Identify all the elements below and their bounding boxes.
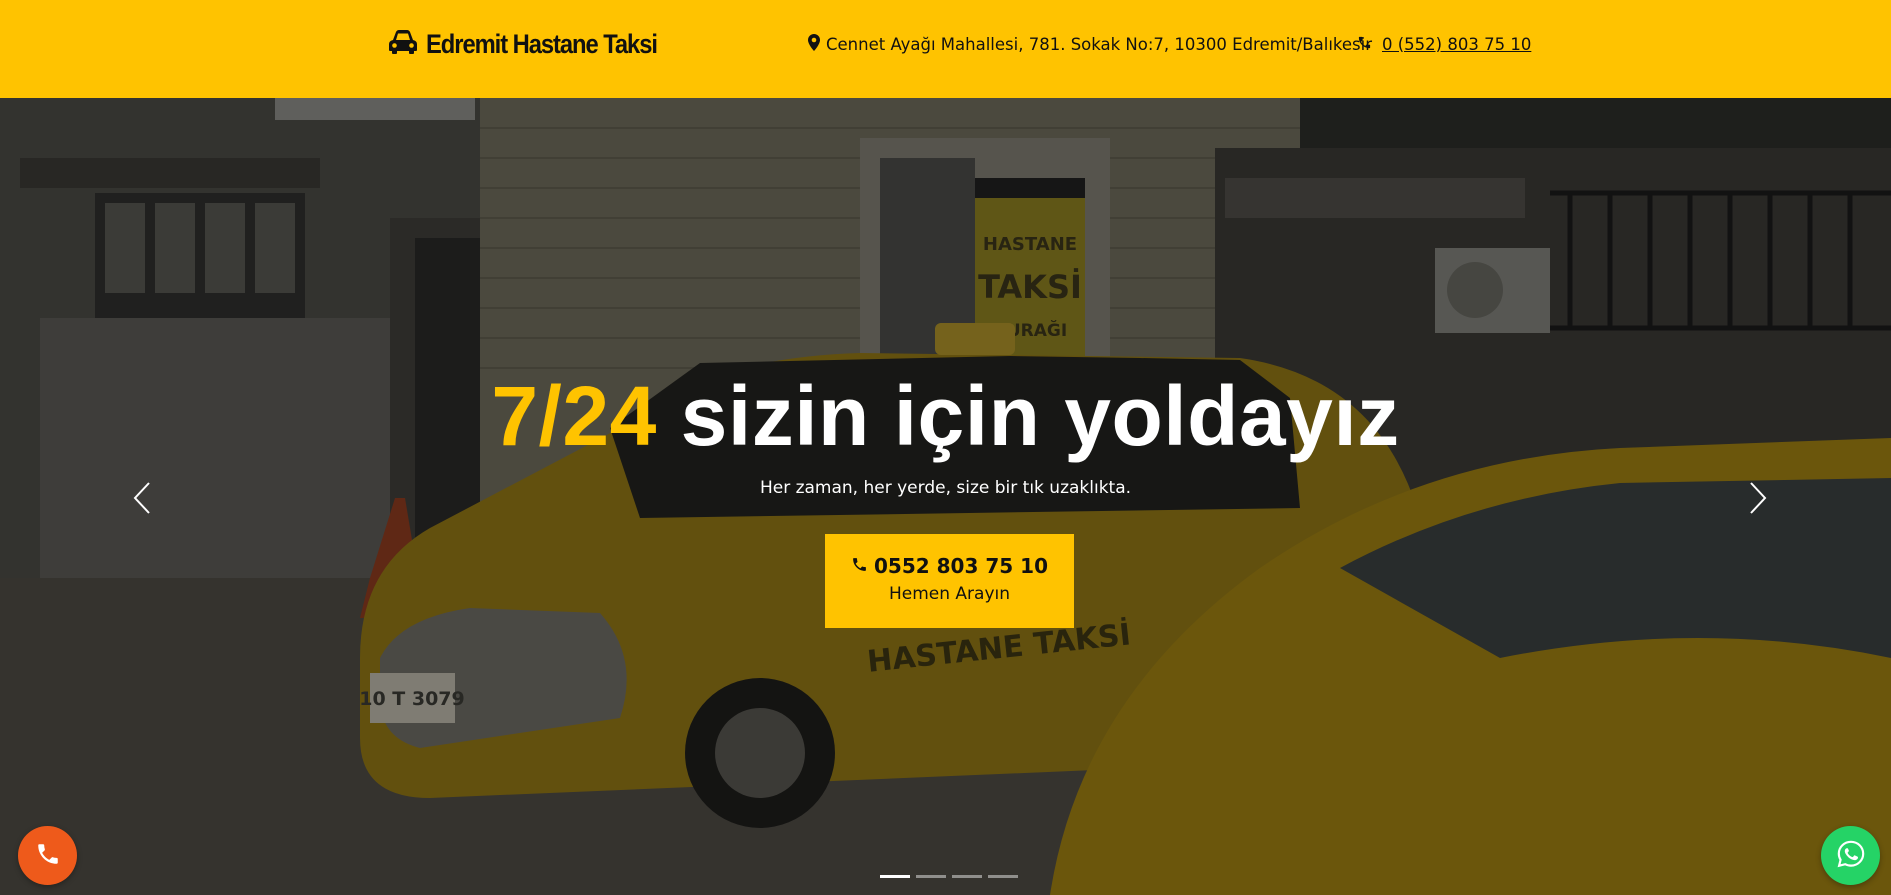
brand-link[interactable]: Edremit Hastane Taksi [388,26,688,62]
header-phone-link[interactable]: 0 (552) 803 75 10 [1382,35,1531,54]
header-phone: 0 (552) 803 75 10 [1357,32,1531,56]
floating-whatsapp-button[interactable] [1821,826,1880,885]
slide-indicator-3[interactable] [952,875,982,878]
hero-subtitle: Her zaman, her yerde, size bir tık uzakl… [759,478,1132,498]
slide-indicator-2[interactable] [916,875,946,878]
whatsapp-icon [1836,839,1866,873]
hero-slider: HASTANE TAKSİ DURAĞI 10 T 3079 HASTANE T… [0,98,1891,895]
call-now-button[interactable]: 0552 803 75 10 Hemen Arayın [825,534,1074,628]
hero-title-rest: sizin için yoldayız [656,369,1400,463]
cta-number-row: 0552 803 75 10 [825,554,1074,578]
slider-next-button[interactable] [1740,480,1776,520]
brand-name: Edremit Hastane Taksi [426,28,658,59]
chevron-left-icon [132,481,152,519]
chevron-right-icon [1748,481,1768,519]
slider-prev-button[interactable] [124,480,160,520]
hero-title: 7/24 sizin için yoldayız [0,368,1891,465]
phone-icon [35,841,61,871]
slide-indicator-1[interactable] [880,875,910,878]
hero-title-accent: 7/24 [491,369,657,463]
phone-icon [851,554,868,578]
cta-label: Hemen Arayın [888,584,1011,604]
address-block: Cennet Ayağı Mahallesi, 781. Sokak No:7,… [808,32,1372,56]
slide-indicator-4[interactable] [988,875,1018,878]
cta-number: 0552 803 75 10 [874,554,1048,578]
phone-icon [1357,35,1372,54]
floating-call-button[interactable] [18,826,77,885]
car-icon [388,29,418,59]
top-header: Edremit Hastane Taksi Cennet Ayağı Mahal… [0,0,1891,98]
address-text: Cennet Ayağı Mahallesi, 781. Sokak No:7,… [826,34,1372,54]
slider-indicators [880,875,1018,878]
map-marker-icon [808,33,820,55]
